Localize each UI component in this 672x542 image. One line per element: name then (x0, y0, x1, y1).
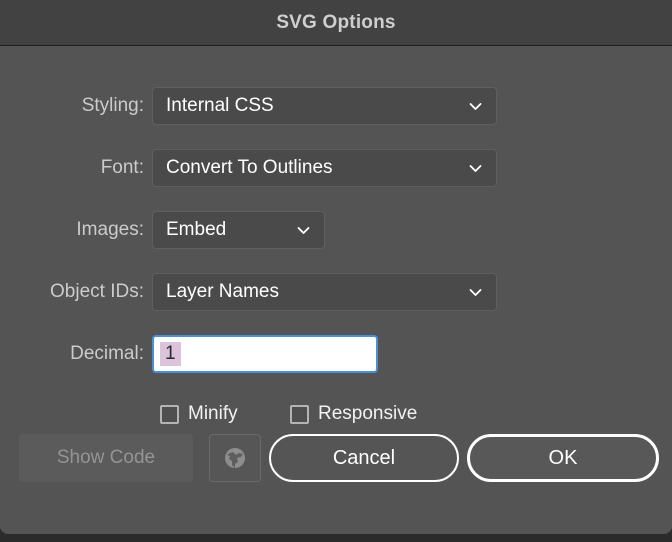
row-font: Font: Convert To Outlines (0, 148, 672, 188)
dropdown-font[interactable]: Convert To Outlines (152, 149, 497, 187)
svg-options-dialog: SVG Options Styling: Internal CSS Font: … (0, 0, 672, 534)
decimal-input-value: 1 (160, 342, 181, 366)
cancel-button-label: Cancel (332, 446, 396, 469)
checkbox-responsive[interactable]: Responsive (290, 403, 417, 425)
checkbox-minify-box[interactable] (160, 404, 179, 424)
decimal-input[interactable]: 1 (152, 335, 378, 373)
label-decimal: Decimal: (70, 343, 144, 364)
label-images: Images: (76, 219, 144, 240)
row-images: Images: Embed (0, 210, 672, 250)
dropdown-font-value: Convert To Outlines (166, 157, 333, 178)
show-code-button[interactable]: Show Code (19, 434, 193, 482)
preview-in-browser-button[interactable] (209, 434, 261, 482)
row-object-ids: Object IDs: Layer Names (0, 272, 672, 312)
show-code-button-label: Show Code (56, 447, 156, 468)
checkbox-responsive-label: Responsive (318, 403, 418, 424)
checkbox-row: Minify Responsive (0, 398, 672, 430)
dropdown-images[interactable]: Embed (152, 211, 325, 249)
label-object-ids: Object IDs: (50, 281, 144, 302)
chevron-down-icon (297, 224, 310, 237)
dropdown-object-ids[interactable]: Layer Names (152, 273, 497, 311)
dialog-titlebar: SVG Options (0, 0, 672, 46)
globe-icon (222, 445, 248, 471)
row-decimal: Decimal: 1 (0, 334, 672, 374)
chevron-down-icon (469, 100, 482, 113)
label-font: Font: (100, 157, 144, 178)
chevron-down-icon (469, 286, 482, 299)
dropdown-images-value: Embed (166, 219, 227, 240)
cancel-button[interactable]: Cancel (269, 434, 459, 482)
checkbox-minify-label: Minify (188, 403, 238, 424)
dropdown-styling-value: Internal CSS (166, 95, 274, 116)
chevron-down-icon (469, 162, 482, 175)
ok-button[interactable]: OK (467, 434, 659, 482)
checkbox-minify[interactable]: Minify (160, 403, 238, 425)
dialog-title: SVG Options (276, 11, 396, 33)
label-styling: Styling: (81, 95, 144, 116)
row-styling: Styling: Internal CSS (0, 86, 672, 126)
dropdown-object-ids-value: Layer Names (166, 281, 279, 302)
ok-button-label: OK (548, 446, 578, 469)
dropdown-styling[interactable]: Internal CSS (152, 87, 497, 125)
checkbox-responsive-box[interactable] (290, 404, 309, 424)
dialog-button-bar: Show Code Cancel OK (0, 432, 672, 484)
